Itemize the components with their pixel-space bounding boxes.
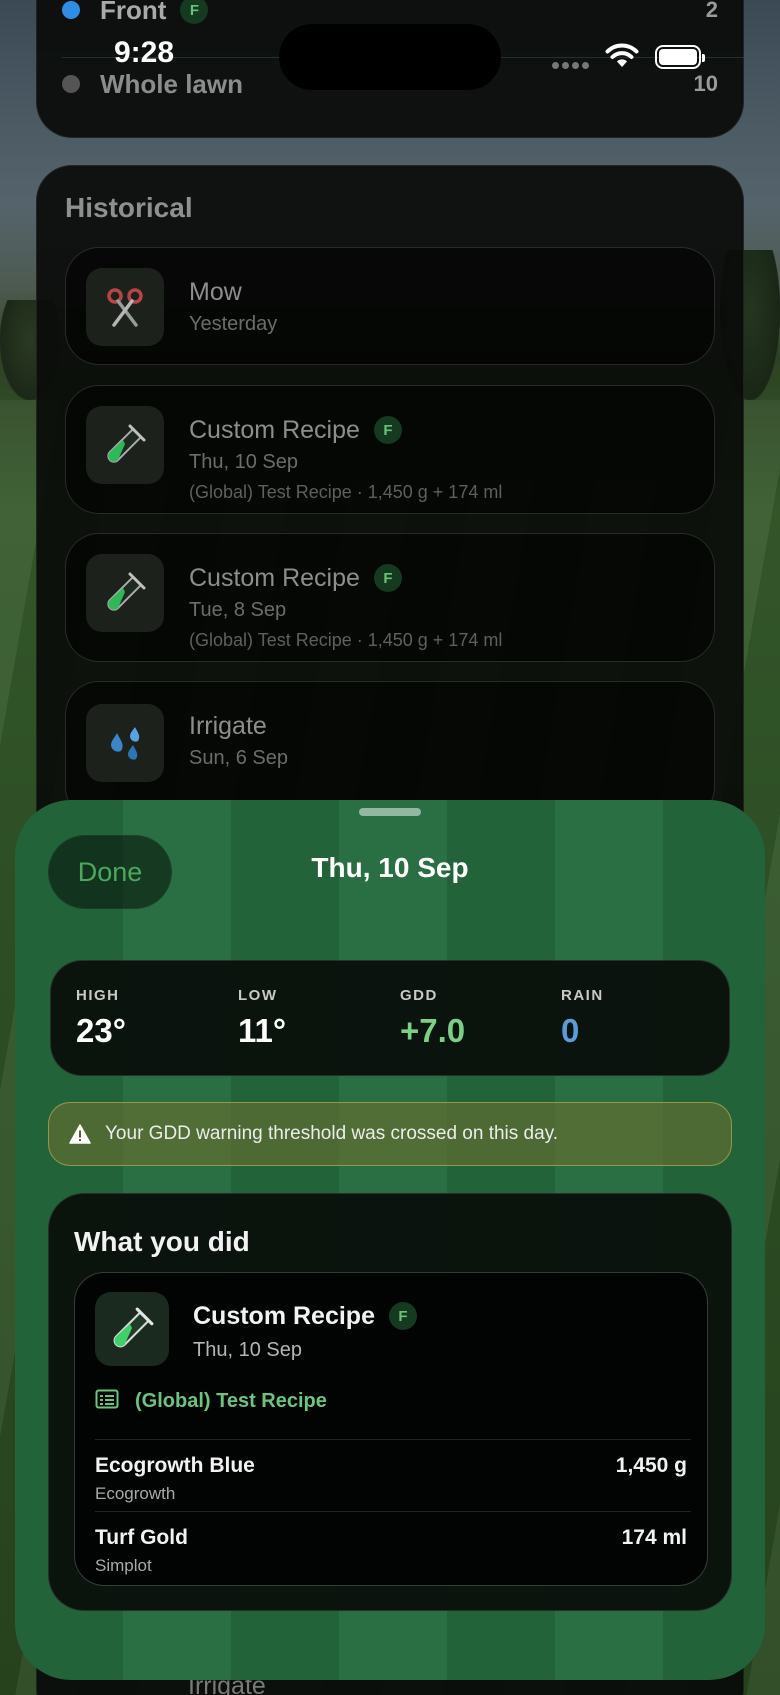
weather-gdd: GDD +7.0 xyxy=(400,987,465,1050)
weather-value: 11° xyxy=(238,1012,287,1049)
weather-label: RAIN xyxy=(561,987,604,1004)
scissors-icon xyxy=(86,268,164,346)
what-you-did-title: What you did xyxy=(74,1226,250,1257)
front-badge: F xyxy=(388,1302,417,1330)
product-row: Ecogrowth Blue Ecogrowth 1,450 g xyxy=(95,1454,687,1504)
test-tube-icon xyxy=(95,1292,169,1366)
test-tube-icon xyxy=(86,406,164,484)
weather-low: LOW 11° xyxy=(238,987,286,1050)
recipe-name: (Global) Test Recipe xyxy=(135,1390,327,1412)
divider xyxy=(95,1439,691,1440)
sheet-grabber[interactable] xyxy=(359,808,421,816)
wifi-icon xyxy=(605,43,639,67)
product-name: Ecogrowth Blue xyxy=(95,1454,255,1477)
day-detail-sheet: Done Thu, 10 Sep HIGH 23° LOW 11° GDD +7… xyxy=(15,800,765,1680)
recipe-icon xyxy=(95,1389,119,1414)
history-item-name: Custom Recipe xyxy=(189,415,360,444)
activity-date: Thu, 10 Sep xyxy=(193,1339,302,1361)
battery-icon xyxy=(655,45,705,69)
product-brand: Ecogrowth xyxy=(95,1484,176,1503)
weather-value: 23° xyxy=(76,1012,126,1049)
dynamic-island xyxy=(279,24,501,90)
history-item-custom-recipe[interactable]: Custom Recipe F Tue, 8 Sep (Global) Test … xyxy=(65,533,715,662)
history-item-date: Thu, 10 Sep xyxy=(189,451,298,473)
status-time: 9:28 xyxy=(114,36,175,69)
front-badge: F xyxy=(373,416,402,444)
weather-high: HIGH 23° xyxy=(76,987,126,1050)
history-item-mow[interactable]: Mow Yesterday xyxy=(65,247,715,365)
location-count: 10 xyxy=(693,71,718,96)
history-item-custom-recipe[interactable]: Custom Recipe F Thu, 10 Sep (Global) Test… xyxy=(65,385,715,514)
weather-label: HIGH xyxy=(76,987,120,1004)
warning-text: Your GDD warning threshold was crossed o… xyxy=(105,1123,559,1144)
weather-label: LOW xyxy=(238,987,278,1004)
recipe-link[interactable]: (Global) Test Recipe xyxy=(95,1389,327,1414)
history-item-date: Sun, 6 Sep xyxy=(189,747,288,769)
product-quantity: 1,450 g xyxy=(615,1454,687,1477)
location-color-dot xyxy=(62,1,80,19)
product-brand: Simplot xyxy=(95,1556,152,1575)
warning-icon xyxy=(69,1124,91,1144)
product-row: Turf Gold Simplot 174 ml xyxy=(95,1526,687,1576)
water-drops-icon xyxy=(86,704,164,782)
history-item-name: Custom Recipe xyxy=(189,563,360,592)
weather-label: GDD xyxy=(400,987,438,1004)
front-badge: F xyxy=(373,564,402,592)
history-item-name: Mow xyxy=(189,277,242,306)
weather-rain: RAIN 0 xyxy=(561,987,604,1050)
history-item-date: Yesterday xyxy=(189,313,278,335)
front-badge: F xyxy=(180,0,209,24)
weather-summary: HIGH 23° LOW 11° GDD +7.0 RAIN 0 xyxy=(50,960,730,1076)
history-item-date: Tue, 8 Sep xyxy=(189,599,287,621)
product-quantity: 174 ml xyxy=(621,1526,687,1549)
activity-entry[interactable]: Custom Recipe F Thu, 10 Sep (Global) Test… xyxy=(74,1272,708,1586)
cellular-signal-icon xyxy=(552,62,589,69)
what-you-did-card: What you did Custom Recipe F Thu, 10 Sep xyxy=(48,1193,732,1611)
divider xyxy=(95,1511,691,1512)
history-item-detail: (Global) Test Recipe · 1,450 g + 174 ml xyxy=(189,482,503,502)
history-item-name: Irrigate xyxy=(189,711,267,740)
location-color-dot xyxy=(62,75,80,93)
weather-value: 0 xyxy=(561,1012,580,1049)
location-name: Whole lawn xyxy=(100,68,243,99)
product-name: Turf Gold xyxy=(95,1526,188,1549)
location-count: 2 xyxy=(705,0,718,22)
sheet-title: Thu, 10 Sep xyxy=(311,852,469,883)
history-item-detail: (Global) Test Recipe · 1,450 g + 174 ml xyxy=(189,630,503,650)
historical-title: Historical xyxy=(65,192,193,223)
location-name: Front xyxy=(100,0,167,25)
activity-name: Custom Recipe xyxy=(193,1301,375,1330)
test-tube-icon xyxy=(86,554,164,632)
weather-value: +7.0 xyxy=(400,1012,466,1049)
gdd-warning-banner: Your GDD warning threshold was crossed o… xyxy=(48,1102,732,1166)
